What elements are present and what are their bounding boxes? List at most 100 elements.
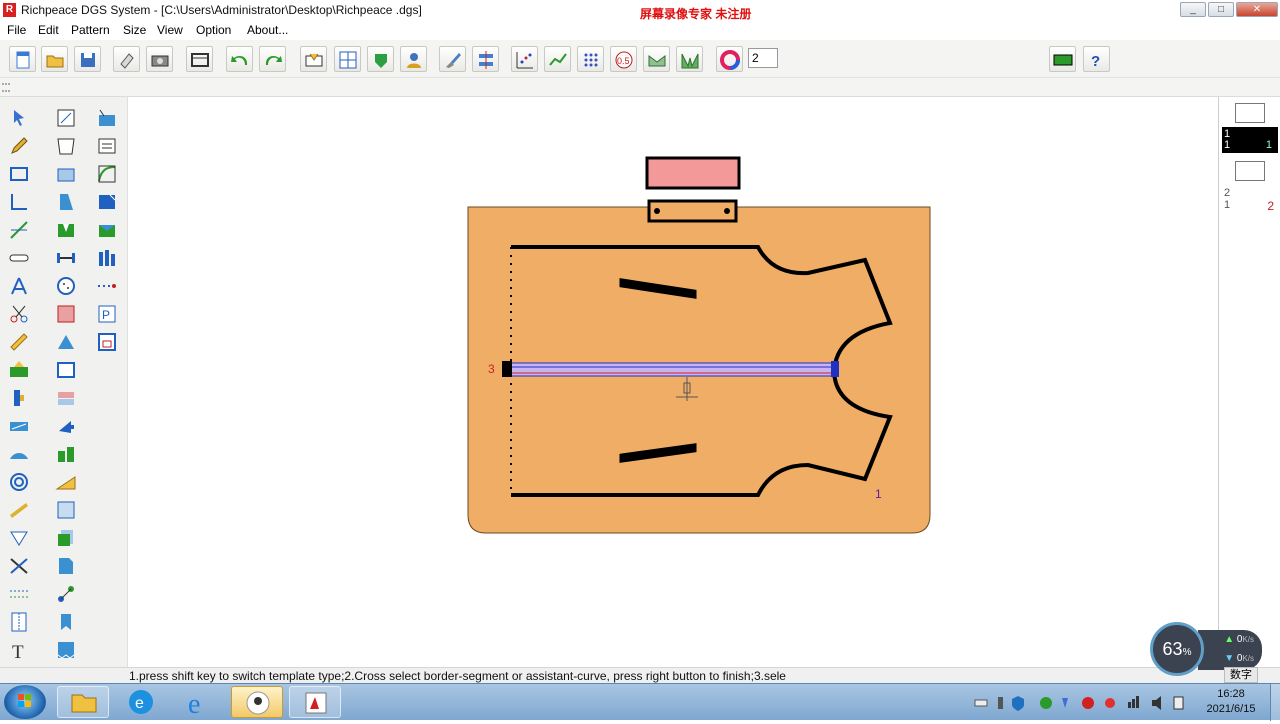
line-width-input[interactable] [748, 48, 778, 68]
taskbar-clock[interactable]: 16:28 2021/6/15 [1200, 687, 1262, 717]
taskbar-explorer[interactable] [57, 686, 109, 718]
eraser-button[interactable] [113, 46, 140, 72]
taskbar-internet-explorer[interactable]: e [173, 686, 225, 720]
cut-scissors-tool[interactable] [6, 553, 32, 579]
transform-tool[interactable] [53, 105, 79, 131]
bookmark-tool[interactable] [53, 609, 79, 635]
connector-tool[interactable] [53, 581, 79, 607]
width-adjust-tool[interactable] [53, 245, 79, 271]
redo-button[interactable] [259, 46, 286, 72]
menu-option[interactable]: Option [196, 23, 231, 37]
show-desktop-button[interactable] [1270, 684, 1280, 721]
film-button[interactable] [1049, 46, 1076, 72]
piece-info-tool[interactable] [94, 133, 120, 159]
piece-tool-button[interactable] [367, 46, 394, 72]
piece-cut-tool[interactable] [6, 525, 32, 551]
dart-piece-tool[interactable] [53, 217, 79, 243]
grid-tool-button[interactable] [334, 46, 361, 72]
taskbar-browser-1[interactable]: e [115, 686, 167, 718]
group-piece-tool[interactable] [53, 441, 79, 467]
piece-select-tool[interactable] [94, 105, 120, 131]
curve-chart-button[interactable] [544, 46, 571, 72]
user-tool-button[interactable] [400, 46, 427, 72]
help-button[interactable]: ? [1083, 46, 1110, 72]
save-button[interactable] [74, 46, 101, 72]
drawing-canvas[interactable]: 3 1 [128, 97, 1218, 667]
ruler-tool[interactable] [6, 329, 32, 355]
align-tool-button[interactable] [472, 46, 499, 72]
minimize-button[interactable]: _ [1180, 2, 1206, 17]
slope-tool[interactable] [53, 469, 79, 495]
menu-about[interactable]: About... [247, 23, 288, 37]
fold-tool-button[interactable] [643, 46, 670, 72]
svg-text:?: ? [1091, 53, 1100, 70]
network-icon [998, 697, 1003, 709]
pleat-tool[interactable] [6, 441, 32, 467]
dot-matrix-button[interactable] [577, 46, 604, 72]
pencil-tool[interactable] [6, 133, 32, 159]
grain-line-tool[interactable] [6, 413, 32, 439]
menu-pattern[interactable]: Pattern [71, 23, 110, 37]
layer-tool[interactable] [53, 525, 79, 551]
points-grid-button[interactable] [511, 46, 538, 72]
scissors-tool[interactable] [6, 301, 32, 327]
text-tool[interactable]: T [6, 637, 32, 663]
curve-piece-tool[interactable] [94, 161, 120, 187]
zoom-step-button[interactable]: 0.5 [610, 46, 637, 72]
bucket-piece-tool[interactable] [53, 133, 79, 159]
dart-tool-button[interactable] [676, 46, 703, 72]
menu-file[interactable]: File [7, 23, 26, 37]
zipper-tool[interactable] [6, 609, 32, 635]
mirror-tool[interactable] [53, 385, 79, 411]
action-center-icon [1173, 696, 1184, 710]
dotted-line-tool[interactable] [94, 273, 120, 299]
start-button[interactable] [4, 685, 46, 719]
piece-move-tool[interactable] [94, 217, 120, 243]
color-wheel-button[interactable] [716, 46, 743, 72]
maximize-button[interactable]: □ [1208, 2, 1234, 17]
brush-tool-button[interactable] [439, 46, 466, 72]
button-hole-tool[interactable] [6, 497, 32, 523]
taskbar-richpeace-dgs[interactable] [289, 686, 341, 718]
sleeve-piece-tool[interactable] [53, 189, 79, 215]
ime-indicator[interactable]: 数字 [1224, 667, 1258, 683]
flip-arrow-tool[interactable] [53, 413, 79, 439]
angle-line-tool[interactable] [6, 189, 32, 215]
gradient-box-tool[interactable] [53, 497, 79, 523]
spiral-tool[interactable] [6, 469, 32, 495]
rectangle-tool[interactable] [6, 161, 32, 187]
new-file-button[interactable] [9, 46, 36, 72]
copy-piece-tool[interactable] [53, 553, 79, 579]
toolbar-grip[interactable] [2, 83, 10, 92]
rotate-piece-tool[interactable] [53, 329, 79, 355]
seam-tool[interactable] [6, 357, 32, 383]
select-arrow-tool[interactable] [6, 105, 32, 131]
shape-piece-tool[interactable] [53, 161, 79, 187]
bars-tool[interactable] [94, 245, 120, 271]
keyboard-icon [974, 699, 988, 707]
menu-size[interactable]: Size [123, 23, 146, 37]
print-button[interactable] [186, 46, 213, 72]
mark-tool-button[interactable] [300, 46, 327, 72]
open-file-button[interactable] [41, 46, 68, 72]
button-tool[interactable] [53, 273, 79, 299]
close-button[interactable]: ✕ [1236, 2, 1278, 17]
menu-view[interactable]: View [157, 23, 183, 37]
piece-thumbnail-1[interactable]: 1 1 1 [1222, 99, 1278, 155]
piece-label-tool[interactable]: P [94, 301, 120, 327]
mesh-tool[interactable] [53, 301, 79, 327]
piece-adjust-tool[interactable] [94, 189, 120, 215]
taskbar-screen-recorder[interactable] [231, 686, 283, 718]
compass-tool[interactable] [6, 273, 32, 299]
camera-button[interactable] [146, 46, 173, 72]
notch-tool[interactable] [6, 385, 32, 411]
piece-frame-tool[interactable] [94, 329, 120, 355]
measure-tape-tool[interactable] [6, 245, 32, 271]
menu-edit[interactable]: Edit [38, 23, 59, 37]
hem-tool[interactable] [53, 637, 79, 663]
cross-point-tool[interactable] [6, 217, 32, 243]
undo-button[interactable] [226, 46, 253, 72]
stitch-line-tool[interactable] [6, 581, 32, 607]
piece-thumbnail-2[interactable]: 2 1 2 [1222, 157, 1278, 213]
pocket-tool[interactable] [53, 357, 79, 383]
